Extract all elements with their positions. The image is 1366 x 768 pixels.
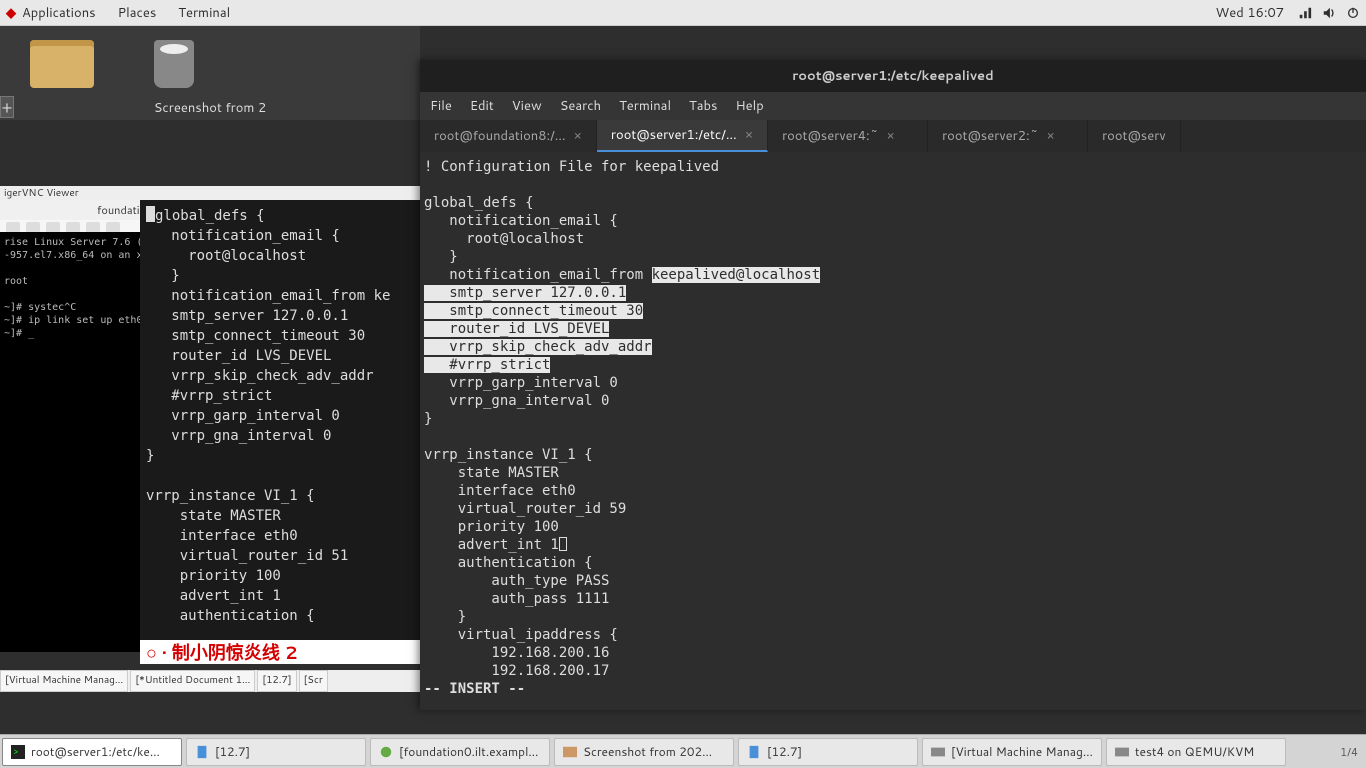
vnc-icon — [379, 745, 393, 759]
task-screenshot[interactable]: Screenshot from 202… — [554, 738, 734, 766]
document-icon — [747, 745, 761, 759]
vm-icon — [931, 745, 945, 759]
close-icon[interactable]: × — [1046, 127, 1054, 145]
menu-terminal[interactable]: Terminal — [619, 97, 671, 115]
image-icon — [563, 745, 577, 759]
places-menu[interactable]: Places — [118, 4, 157, 22]
vim-mode-status: -- INSERT -- — [424, 681, 525, 697]
task-label: test4 on QEMU/KVM — [1135, 743, 1254, 760]
tab-server4[interactable]: root@server4:~× — [768, 120, 928, 152]
power-icon[interactable] — [1346, 6, 1360, 20]
terminal-tabs: root@foundation8:/…× root@server1:/etc/…… — [420, 120, 1366, 152]
task-test4[interactable]: test4 on QEMU/KVM — [1106, 738, 1286, 766]
close-icon[interactable]: × — [745, 126, 753, 144]
term-text-top: ! Configuration File for keepalived glob… — [424, 159, 719, 265]
top-panel: ◆ Applications Places Terminal Wed 16:07 — [0, 0, 1366, 26]
network-icon[interactable] — [1298, 6, 1312, 20]
nested-task-12-7[interactable]: [12.7] — [257, 670, 296, 692]
task-label: [12.7] — [215, 743, 250, 760]
vm-icon — [1115, 745, 1129, 759]
cursor-icon — [146, 206, 155, 222]
vnc-terminal-body: rise Linux Server 7.6 (Mai -957.el7.x86_… — [0, 232, 140, 652]
term-text-bot: authentication { auth_type PASS auth_pas… — [424, 555, 618, 679]
new-tab-button[interactable]: + — [0, 96, 14, 118]
document-icon — [195, 745, 209, 759]
menu-search[interactable]: Search — [560, 97, 601, 115]
tab-foundation8[interactable]: root@foundation8:/…× — [420, 120, 597, 152]
distro-icon: ◆ — [6, 4, 16, 22]
cursor-icon — [559, 537, 567, 551]
terminal-menu[interactable]: Terminal — [178, 4, 230, 22]
clock[interactable]: Wed 16:07 — [1216, 4, 1284, 22]
terminal-menubar: File Edit View Search Terminal Tabs Help — [420, 92, 1366, 120]
background-terminal-text: global_defs { notification_email { root@… — [146, 208, 390, 624]
workspace-indicator[interactable]: 1/4 — [1340, 744, 1366, 760]
menu-edit[interactable]: Edit — [470, 97, 494, 115]
task-label: Screenshot from 202… — [583, 743, 712, 760]
terminal-titlebar[interactable]: root@server1:/etc/keepalived — [420, 60, 1366, 92]
task-label: [12.7] — [767, 743, 802, 760]
task-terminal[interactable]: > root@server1:/etc/ke… — [2, 738, 182, 766]
background-terminal: global_defs { notification_email { root@… — [140, 200, 420, 640]
desktop-icons — [0, 26, 420, 96]
task-doc-12-7[interactable]: [12.7] — [186, 738, 366, 766]
folder-icon[interactable] — [30, 40, 94, 88]
terminal-icon: > — [11, 745, 25, 759]
terminal-body[interactable]: ! Configuration File for keepalived glob… — [420, 152, 1366, 710]
menu-help[interactable]: Help — [735, 97, 763, 115]
trash-icon[interactable] — [154, 40, 194, 88]
menu-file[interactable]: File — [430, 97, 452, 115]
task-vnc[interactable]: [foundation0.ilt.exampl… — [370, 738, 550, 766]
menu-view[interactable]: View — [512, 97, 542, 115]
close-icon[interactable]: × — [886, 127, 894, 145]
term-text-mid: vrrp_garp_interval 0 vrrp_gna_interval 0… — [424, 375, 626, 553]
task-label: [Virtual Machine Manag… — [951, 743, 1093, 760]
term-text-plain: notification_email_from — [424, 267, 652, 283]
nested-task-scr[interactable]: [Scr — [299, 670, 328, 692]
nested-taskbar: [Virtual Machine Manag… [*Untitled Docum… — [0, 670, 420, 692]
terminal-window: root@server1:/etc/keepalived File Edit V… — [420, 60, 1366, 710]
close-icon[interactable]: × — [574, 127, 582, 145]
nested-task-doc[interactable]: [*Untitled Document 1… — [130, 670, 255, 692]
menu-tabs[interactable]: Tabs — [689, 97, 717, 115]
vnc-app-title: igerVNC Viewer — [0, 186, 420, 200]
red-doc-strip: ○ · 制小阴惊炎线 2 — [140, 640, 420, 664]
nested-task-vm[interactable]: [Virtual Machine Manag… — [0, 670, 128, 692]
tab-server2[interactable]: root@server2:~× — [928, 120, 1088, 152]
volume-icon[interactable] — [1322, 6, 1336, 20]
background-window-title: Screenshot from 2 — [0, 96, 420, 120]
svg-text:>: > — [14, 745, 19, 758]
tab-overflow[interactable]: root@serv — [1088, 120, 1181, 152]
applications-menu[interactable]: Applications — [22, 4, 96, 22]
task-virt-manager[interactable]: [Virtual Machine Manag… — [922, 738, 1102, 766]
task-label: root@server1:/etc/ke… — [31, 743, 160, 760]
tab-server1[interactable]: root@server1:/etc/…× — [597, 120, 768, 152]
task-label: [foundation0.ilt.exampl… — [399, 743, 538, 760]
system-tray[interactable] — [1298, 6, 1360, 20]
bottom-panel: > root@server1:/etc/ke… [12.7] [foundati… — [0, 734, 1366, 768]
task-doc-12-7b[interactable]: [12.7] — [738, 738, 918, 766]
